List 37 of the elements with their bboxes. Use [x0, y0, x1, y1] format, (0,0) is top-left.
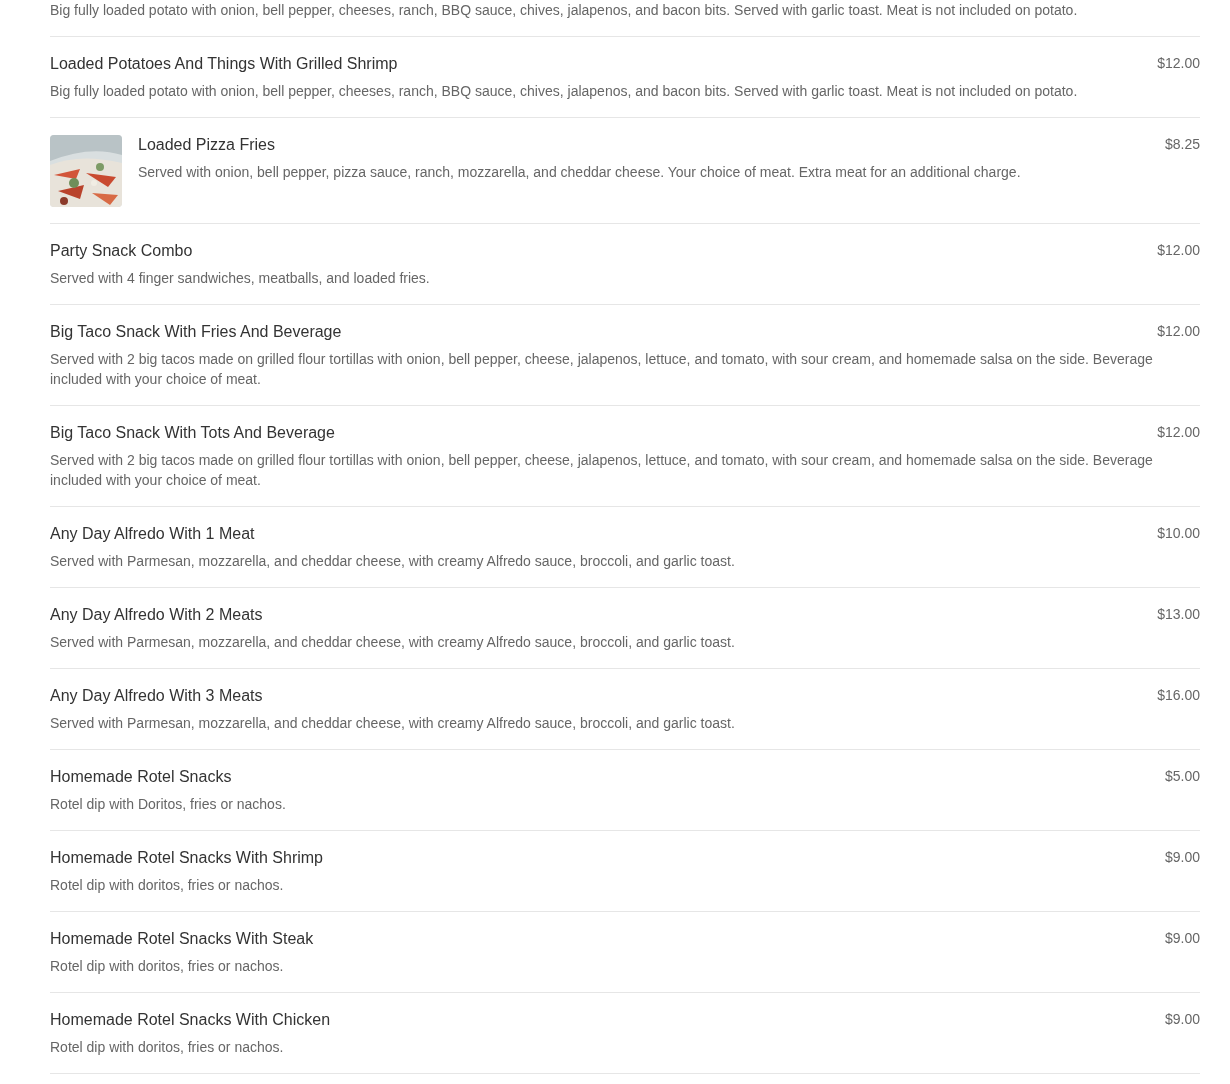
item-description: Big fully loaded potato with onion, bell pepper, cheeses, ranch, BBQ sauce, chives, jalapenos, and bacon bits. Served with garlic toast. Meat is not included on potato. [50, 1, 1079, 20]
item-price: $8.25 [1164, 135, 1200, 153]
item-title: Big Taco Snack With Tots And Beverage [50, 423, 335, 443]
item-description: Served with Parmesan, mozzarella, and cheddar cheese, with creamy Alfredo sauce, broccoli, and garlic toast. [50, 633, 736, 652]
item-description: Served with 4 finger sandwiches, meatballs, and loaded fries. [50, 269, 431, 288]
item-description: Rotel dip with doritos, fries or nachos. [50, 876, 285, 895]
item-description: Rotel dip with doritos, fries or nachos. [50, 1038, 285, 1057]
item-description: Served with 2 big tacos made on grilled flour tortillas with onion, bell pepper, cheese, jalapenos, lettuce, and tomato, with sour cream, and homemade salsa on the side. Beverage included with your choice of meat. [50, 350, 1154, 389]
item-description: Served with Parmesan, mozzarella, and cheddar cheese, with creamy Alfredo sauce, broccoli, and garlic toast. [50, 552, 736, 571]
item-title: Big Taco Snack With Fries And Beverage [50, 322, 342, 342]
item-title: Homemade Rotel Snacks With Chicken [50, 1010, 331, 1030]
item-price: $12.00 [1157, 322, 1200, 340]
item-description: Big fully loaded potato with onion, bell pepper, cheeses, ranch, BBQ sauce, chives, jalapenos, and bacon bits. Served with garlic toast. Meat is not included on potato. [50, 82, 1079, 101]
item-description: Rotel dip with doritos, fries or nachos. [50, 957, 285, 976]
item-title: Any Day Alfredo With 3 Meats [50, 686, 263, 706]
item-price: $9.00 [1164, 929, 1200, 947]
item-price: $5.00 [1164, 767, 1200, 785]
item-price: $12.00 [1157, 241, 1200, 259]
item-description: Served with Parmesan, mozzarella, and cheddar cheese, with creamy Alfredo sauce, broccoli, and garlic toast. [50, 714, 736, 733]
item-price: $16.00 [1157, 686, 1200, 704]
item-title: Homemade Rotel Snacks With Shrimp [50, 848, 323, 868]
item-title: Loaded Pizza Fries [138, 135, 275, 155]
item-title: Homemade Rotel Snacks [50, 767, 232, 787]
item-title: Homemade Rotel Snacks With Steak [50, 929, 314, 949]
item-title: Any Day Alfredo With 2 Meats [50, 605, 263, 625]
item-price: $13.00 [1157, 605, 1200, 623]
item-price: $9.00 [1164, 848, 1200, 866]
item-price: $12.00 [1157, 54, 1200, 72]
item-description: Served with 2 big tacos made on grilled flour tortillas with onion, bell pepper, cheese, jalapenos, lettuce, and tomato, with sour cream, and homemade salsa on the side. Beverage included with your choice of meat. [50, 451, 1154, 490]
item-description: Served with onion, bell pepper, pizza sauce, ranch, mozzarella, and cheddar cheese. Your choice of meat. Extra meat for an additional charge. [138, 163, 1022, 182]
item-price: $9.00 [1164, 1010, 1200, 1028]
item-price: $12.00 [1157, 423, 1200, 441]
item-price: $10.00 [1157, 524, 1200, 542]
item-description: Rotel dip with Doritos, fries or nachos. [50, 795, 287, 814]
item-title: Any Day Alfredo With 1 Meat [50, 524, 255, 544]
item-title: Party Snack Combo [50, 241, 193, 261]
item-title: Loaded Potatoes And Things With Grilled Shrimp [50, 54, 398, 74]
